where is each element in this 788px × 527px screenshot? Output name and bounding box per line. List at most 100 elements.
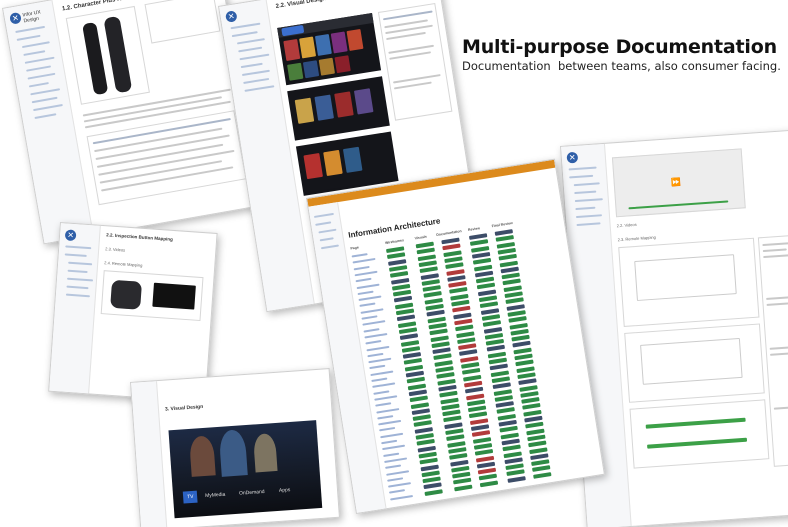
- doc-thumbnail-information-architecture: Information Architecture Page Wireframes…: [306, 158, 605, 515]
- logo-icon: ✕: [566, 151, 579, 164]
- row-label: [370, 370, 394, 376]
- tab-tv: TV: [182, 490, 198, 504]
- row-label: [351, 253, 368, 258]
- row-label: [355, 277, 372, 283]
- row-label: [382, 444, 406, 451]
- section-heading: 3. Visual Design: [164, 403, 204, 413]
- status-tag: [399, 333, 419, 341]
- status-tag: [479, 480, 499, 487]
- status-tag: [439, 390, 458, 398]
- tab-mymedia: MyMedia: [204, 491, 226, 500]
- status-tag: [454, 484, 473, 492]
- status-tag: [416, 247, 436, 255]
- status-tag: [449, 287, 468, 295]
- status-tag: [443, 415, 462, 423]
- status-tag: [455, 324, 474, 332]
- row-label: [364, 332, 388, 339]
- status-tag: [450, 459, 469, 467]
- status-tag: [518, 378, 537, 386]
- row-label: [376, 407, 400, 414]
- row-label: [367, 352, 384, 358]
- status-tag: [512, 341, 531, 348]
- doc-thumbnail-remote-mapping: ✕ 2.2. Inspection Button Mapping 2.3. Vi…: [48, 222, 218, 403]
- tab-apps: Apps: [278, 487, 291, 494]
- status-tag: [449, 453, 468, 460]
- subheading: 2.2. Videos: [616, 221, 637, 229]
- status-tag: [509, 322, 528, 330]
- section-heading: 2.2. Visual Design: [275, 0, 327, 10]
- row-label: [369, 365, 386, 370]
- row-label: [365, 340, 382, 345]
- status-tag: [430, 334, 449, 342]
- status-tag: [446, 434, 465, 442]
- column-header: Final Review: [491, 221, 513, 229]
- row-label: [389, 489, 406, 494]
- row-label: [361, 315, 378, 320]
- column-header: Review: [467, 226, 481, 233]
- status-tag: [496, 407, 515, 415]
- mapping-table: [86, 110, 247, 206]
- row-label: [380, 432, 404, 438]
- status-tag: [400, 339, 420, 347]
- row-label: [375, 402, 392, 407]
- row-label: [368, 357, 392, 364]
- remote-image-frame: [65, 5, 150, 105]
- logo-icon: ✕: [225, 10, 238, 23]
- remote-photo: [103, 15, 133, 94]
- status-tag: [453, 478, 472, 485]
- row-label: [386, 469, 410, 476]
- status-tag: [489, 363, 509, 371]
- status-tag: [413, 420, 432, 428]
- status-tag: [461, 368, 481, 375]
- sidebar: [131, 381, 168, 527]
- row-label: [381, 439, 398, 445]
- status-tag: [459, 349, 478, 357]
- subheading: 2.3. Remote Mapping: [617, 234, 657, 243]
- doc-thumbnail-tv-design: 3. Visual Design TV MyMedia OnDemand App…: [130, 368, 340, 527]
- status-tag: [495, 235, 515, 243]
- row-label: [378, 419, 402, 426]
- status-tag: [483, 326, 503, 334]
- row-label: [366, 345, 390, 351]
- status-tag: [442, 243, 461, 251]
- status-tag: [440, 397, 459, 404]
- status-tag: [436, 372, 455, 380]
- row-label: [354, 270, 378, 277]
- status-tag: [419, 266, 438, 274]
- status-tag: [505, 297, 524, 305]
- tv-tab-bar: TV MyMedia OnDemand Apps: [182, 483, 314, 504]
- status-tag: [468, 411, 488, 419]
- subheading: 2.4. Remote Mapping: [104, 260, 143, 268]
- status-tag: [389, 271, 409, 278]
- status-tag: [508, 316, 527, 323]
- status-tag: [522, 403, 541, 411]
- screen-preview: [152, 282, 196, 310]
- status-tag: [502, 278, 521, 286]
- status-tag: [498, 253, 517, 261]
- row-label: [357, 290, 374, 295]
- headline-block: Multi-purpose Documentation Documentatio…: [462, 36, 782, 73]
- row-label: [360, 307, 384, 314]
- status-tag: [492, 382, 512, 390]
- status-tag: [533, 471, 552, 479]
- row-label: [363, 327, 380, 333]
- status-tag: [409, 395, 429, 403]
- status-tag: [486, 345, 506, 352]
- status-tag: [473, 264, 493, 272]
- row-label: [379, 427, 396, 432]
- status-tag: [474, 449, 494, 456]
- status-tag: [471, 430, 491, 438]
- status-tag: [423, 291, 442, 299]
- status-tag: [406, 376, 426, 384]
- headline-title: Multi-purpose Documentation: [462, 36, 777, 58]
- remote-photo: [110, 279, 143, 310]
- page-title: Information Architecture: [347, 216, 441, 240]
- status-tag: [416, 439, 435, 446]
- row-label: [356, 283, 380, 289]
- status-tag: [429, 328, 448, 336]
- row-label: [353, 265, 370, 270]
- logo-icon: ✕: [9, 11, 22, 25]
- status-tag: [393, 296, 413, 303]
- status-tag: [528, 440, 547, 448]
- status-tag: [452, 305, 471, 313]
